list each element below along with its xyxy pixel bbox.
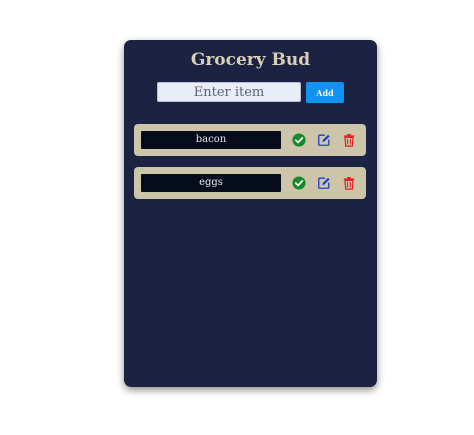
grocery-list: bacon eggs [134,124,366,210]
trash-icon[interactable] [341,175,357,191]
edit-square-icon[interactable] [316,132,332,148]
item-name: eggs [141,174,281,192]
check-circle-icon[interactable] [291,175,307,191]
item-input[interactable] [157,82,301,102]
edit-square-icon[interactable] [316,175,332,191]
check-circle-icon[interactable] [291,132,307,148]
add-button[interactable]: Add [306,82,344,103]
list-item: eggs [134,167,366,199]
app-title: Grocery Bud [190,50,311,70]
item-name: bacon [141,131,281,149]
list-item: bacon [134,124,366,156]
trash-icon[interactable] [341,132,357,148]
grocery-app: Grocery Bud Add bacon eggs [124,40,377,387]
